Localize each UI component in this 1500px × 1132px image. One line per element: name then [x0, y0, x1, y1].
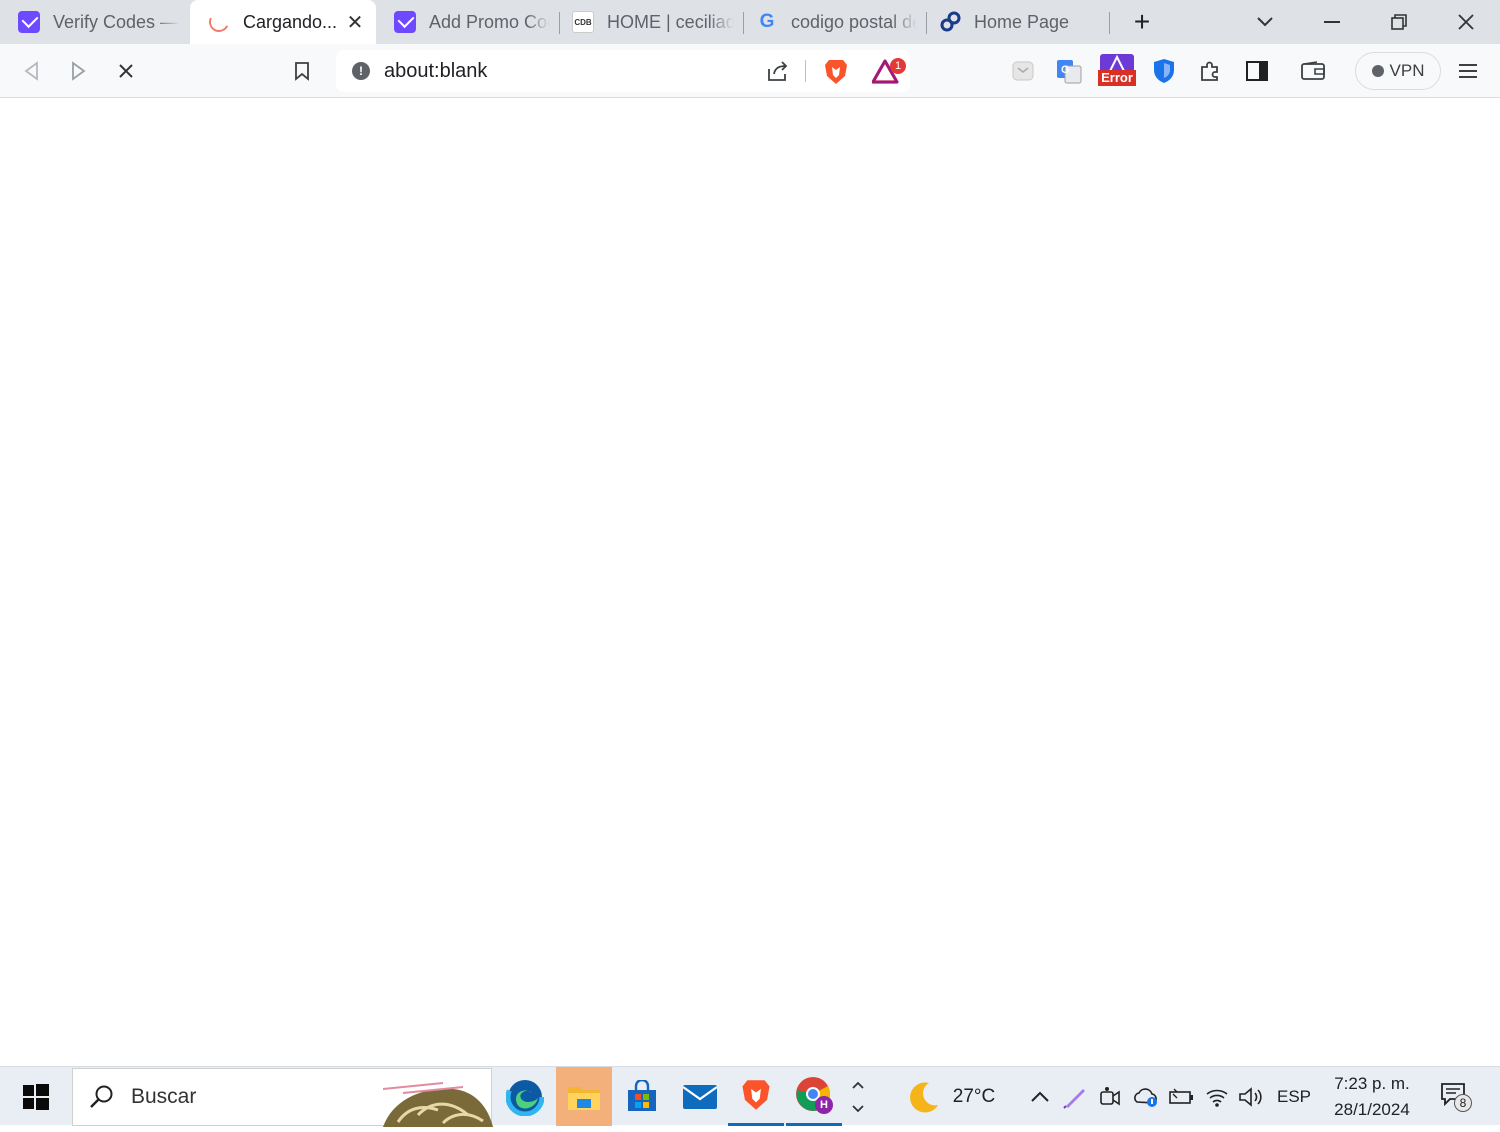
edge-browser-icon[interactable] [497, 1067, 553, 1126]
vpn-button[interactable]: VPN [1355, 52, 1441, 90]
tab-search-chevron-icon[interactable] [1246, 0, 1284, 44]
brave-taskbar-icon[interactable] [728, 1067, 784, 1126]
reader-extension-icon[interactable] [1006, 54, 1040, 88]
pen-icon[interactable] [1060, 1067, 1090, 1126]
start-button[interactable] [10, 1067, 62, 1126]
weather-temperature: 27°C [952, 1085, 996, 1107]
omnibox-divider [805, 60, 806, 82]
google-icon: G [759, 11, 775, 32]
clock-time: 7:23 p. m. [1334, 1073, 1410, 1093]
error-badge: Error [1098, 70, 1136, 86]
url-text[interactable]: about:blank [384, 60, 487, 83]
proton-icon [18, 11, 40, 33]
tab-strip: Verify Codes — S Cargando... ✕ Add Promo… [0, 0, 1500, 44]
tab-home-page[interactable]: Home Page [927, 0, 1110, 44]
brave-rewards-icon[interactable]: 1 [871, 58, 906, 91]
mail-icon[interactable] [672, 1067, 728, 1126]
taskbar-scroll-arrows[interactable] [846, 1067, 870, 1126]
rewards-badge: 1 [890, 58, 906, 74]
meet-camera-icon[interactable] [1096, 1067, 1124, 1126]
moon-icon [909, 1081, 938, 1112]
extensions-puzzle-icon[interactable] [1193, 54, 1227, 88]
tab-add-promo-code[interactable]: Add Promo Code [376, 0, 560, 44]
clock[interactable]: 7:23 p. m. 28/1/2024 [1326, 1067, 1418, 1126]
clock-date: 28/1/2024 [1334, 1099, 1410, 1119]
tab-cargando[interactable]: Cargando... ✕ [190, 0, 376, 44]
loading-spinner-icon [206, 9, 232, 35]
search-highlight-illustration-icon [382, 1077, 493, 1127]
tab-codigo-postal[interactable]: G codigo postal de [744, 0, 927, 44]
forward-button[interactable] [61, 54, 95, 88]
tab-title: codigo postal de [791, 11, 917, 32]
microsoft-store-icon[interactable] [614, 1067, 670, 1126]
main-menu-icon[interactable] [1451, 54, 1485, 88]
tab-title: Cargando... [243, 11, 336, 32]
link-icon [939, 11, 961, 33]
stop-loading-button[interactable] [109, 54, 143, 88]
svg-text:G: G [1061, 64, 1070, 76]
show-hidden-icons-chevron-icon[interactable] [1026, 1067, 1054, 1126]
windows-taskbar: Buscar H 27°C ESP 7:23 p. m. 28/1/2024 8 [0, 1066, 1500, 1127]
tab-verify-codes[interactable]: Verify Codes — S [0, 0, 190, 44]
translate-icon[interactable]: G [1052, 54, 1086, 88]
chrome-profile-icon[interactable]: H [786, 1067, 842, 1126]
site-info-icon[interactable]: ! [352, 62, 370, 80]
notification-center-icon[interactable]: 8 [1436, 1067, 1476, 1126]
minimize-button[interactable] [1310, 0, 1354, 44]
battery-icon[interactable] [1166, 1067, 1196, 1126]
close-window-button[interactable] [1444, 0, 1488, 44]
search-placeholder: Buscar [131, 1085, 197, 1108]
back-button[interactable] [15, 54, 49, 88]
onedrive-icon[interactable] [1130, 1067, 1162, 1126]
taskbar-search-box[interactable]: Buscar [72, 1068, 493, 1127]
search-icon [89, 1084, 115, 1110]
address-bar[interactable]: ! about:blank 1 [336, 50, 910, 92]
tab-title: Verify Codes — S [53, 11, 180, 32]
tab-title: HOME | ceciliade [607, 11, 734, 32]
page-content[interactable] [0, 98, 1500, 1066]
restore-button[interactable] [1377, 0, 1421, 44]
sidebar-toggle-icon[interactable] [1240, 54, 1274, 88]
proton-icon [394, 11, 416, 33]
wallet-icon[interactable] [1296, 54, 1330, 88]
notification-count-badge: 8 [1454, 1093, 1472, 1112]
language-indicator[interactable]: ESP [1274, 1067, 1314, 1126]
close-tab-icon[interactable]: ✕ [344, 10, 366, 35]
volume-icon[interactable] [1236, 1067, 1266, 1126]
shield-extension-icon[interactable] [1147, 54, 1181, 88]
file-explorer-icon[interactable] [556, 1067, 612, 1126]
browser-toolbar: ! about:blank 1 G Error VPN [0, 44, 1500, 98]
new-tab-button[interactable]: + [1122, 0, 1162, 44]
tab-separator [1109, 12, 1110, 34]
brave-shields-icon[interactable] [823, 58, 849, 91]
profile-avatar: H [815, 1096, 833, 1114]
tab-home-ceciliade[interactable]: CDB HOME | ceciliade [560, 0, 744, 44]
bookmark-icon[interactable] [285, 54, 319, 88]
vpn-label: VPN [1389, 61, 1425, 80]
tab-title: Add Promo Code [429, 11, 550, 32]
cdb-icon: CDB [572, 11, 594, 33]
tab-title: Home Page [974, 11, 1070, 32]
share-icon[interactable] [766, 60, 790, 87]
vpn-status-dot-icon [1371, 65, 1384, 77]
wifi-icon[interactable] [1202, 1067, 1232, 1126]
weather-widget[interactable]: 27°C [900, 1067, 1000, 1126]
error-extension-icon[interactable]: Error [1097, 54, 1137, 88]
